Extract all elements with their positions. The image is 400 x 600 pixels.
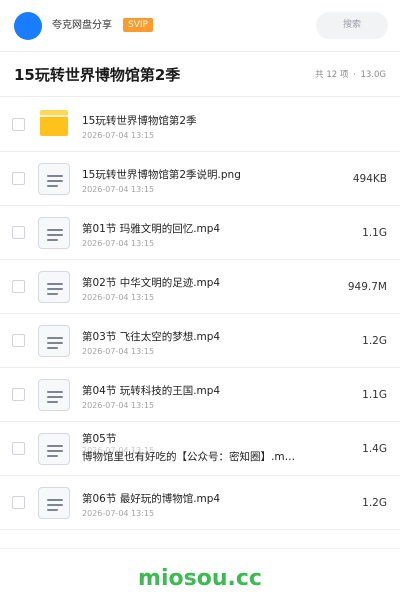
file-name: 第03节 飞往太空的梦想.mp4 xyxy=(82,331,221,343)
file-date: 2026-07-04 13:15 xyxy=(82,509,155,518)
total-size: 13.0G xyxy=(360,70,386,80)
top-bar: 夸克网盘分享 SVIP 搜索 xyxy=(0,0,400,52)
select-checkbox[interactable] xyxy=(12,442,25,455)
list-item[interactable]: 第01节 玛雅文明的回忆.mp4 2026-07-04 13:15 1.1G xyxy=(0,206,400,260)
folder-summary: 共 12 项 · 13.0G xyxy=(315,70,388,80)
document-icon xyxy=(38,163,70,195)
document-icon xyxy=(38,271,70,303)
list-item[interactable]: 第04节 玩转科技的王国.mp4 2026-07-04 13:15 1.1G xyxy=(0,368,400,422)
file-date: 2026-07-04 13:15 xyxy=(82,131,155,140)
file-name: 第04节 玩转科技的王国.mp4 xyxy=(82,385,221,397)
file-size: 494KB xyxy=(352,173,387,185)
file-date: 2026-07-04 13:15 xyxy=(82,401,155,410)
document-icon xyxy=(38,217,70,249)
document-icon xyxy=(38,379,70,411)
file-size: 1.1G xyxy=(362,389,387,401)
list-item[interactable]: 第06节 最好玩的博物馆.mp4 2026-07-04 13:15 1.2G xyxy=(0,476,400,530)
file-date: 2026-07-04 13:15 xyxy=(82,347,155,356)
list-item[interactable]: 第02节 中华文明的足迹.mp4 2026-07-04 13:15 949.7M xyxy=(0,260,400,314)
watermark: miosou.cc xyxy=(138,566,262,591)
page-title: 15玩转世界博物馆第2季 xyxy=(14,66,181,84)
file-date: 2026-07-04 13:15 xyxy=(82,185,155,194)
document-icon xyxy=(38,433,70,465)
file-name: 15玩转世界博物馆第2季说明.png xyxy=(82,169,241,181)
file-name: 第05节 博物馆里也有好吃的【公众号：密知圈】.m… xyxy=(82,430,312,466)
list-item[interactable]: 15玩转世界博物馆第2季说明.png 2026-07-04 13:15 494K… xyxy=(0,152,400,206)
file-size: 1.1G xyxy=(362,227,387,239)
folder-icon xyxy=(38,109,70,141)
file-size: 1.4G xyxy=(362,443,387,455)
file-name: 第06节 最好玩的博物馆.mp4 xyxy=(82,493,221,505)
svip-badge: SVIP xyxy=(123,18,153,32)
file-size: 1.2G xyxy=(362,335,387,347)
file-date: 2026-07-04 13:15 xyxy=(82,293,155,302)
file-date: 2026-07-04 13:15 xyxy=(82,239,155,248)
file-size: 1.2G xyxy=(362,497,387,509)
select-checkbox[interactable] xyxy=(12,334,25,347)
item-count: 共 12 项 xyxy=(315,70,349,80)
file-name: 第01节 玛雅文明的回忆.mp4 xyxy=(82,223,221,235)
select-checkbox[interactable] xyxy=(12,280,25,293)
file-name-line-1: 第05节 xyxy=(82,433,117,445)
list-item[interactable]: 2026-07-04 13:15 第05节 博物馆里也有好吃的【公众号：密知圈】… xyxy=(0,422,400,476)
search-input[interactable]: 搜索 xyxy=(316,12,388,39)
select-checkbox[interactable] xyxy=(12,172,25,185)
select-checkbox[interactable] xyxy=(12,226,25,239)
document-icon xyxy=(38,325,70,357)
summary-separator: · xyxy=(353,70,356,80)
file-size: 949.7M xyxy=(347,281,387,293)
folder-header: 15玩转世界博物馆第2季 共 12 项 · 13.0G xyxy=(0,53,400,97)
avatar[interactable] xyxy=(14,12,42,40)
select-checkbox[interactable] xyxy=(12,118,25,131)
file-name-line-2: 博物馆里也有好吃的【公众号：密知圈】.m… xyxy=(82,451,296,463)
select-checkbox[interactable] xyxy=(12,388,25,401)
brand-name: 夸克网盘分享 xyxy=(52,20,112,31)
document-icon xyxy=(38,487,70,519)
file-name: 15玩转世界博物馆第2季 xyxy=(82,115,197,127)
list-item[interactable]: 15玩转世界博物馆第2季 2026-07-04 13:15 xyxy=(0,98,400,152)
list-item[interactable]: 第03节 飞往太空的梦想.mp4 2026-07-04 13:15 1.2G xyxy=(0,314,400,368)
select-checkbox[interactable] xyxy=(12,496,25,509)
file-name: 第02节 中华文明的足迹.mp4 xyxy=(82,277,221,289)
